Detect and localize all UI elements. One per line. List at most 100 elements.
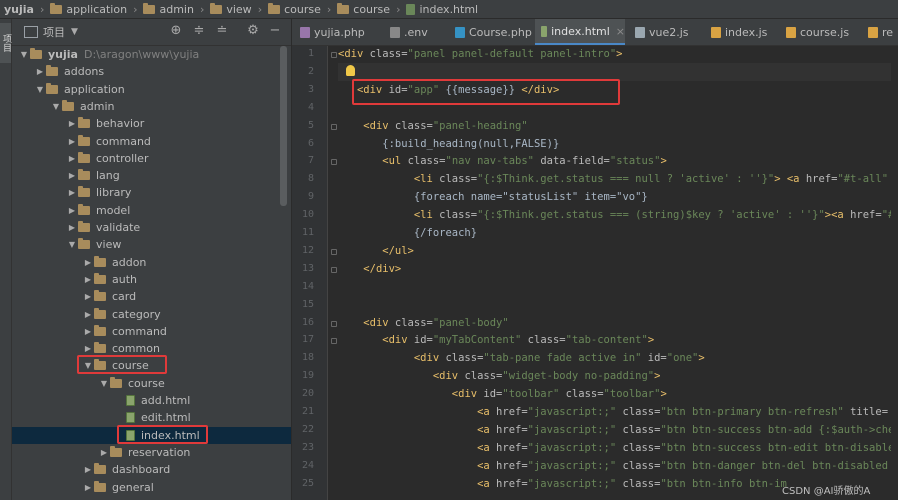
tool-window-strip: 项目: [0, 19, 12, 500]
expand-all-icon[interactable]: ≑: [192, 24, 206, 38]
chevron-right-icon[interactable]: ▶: [82, 310, 94, 319]
tree-folder-item[interactable]: ▶validate: [12, 219, 291, 236]
chevron-right-icon[interactable]: ▶: [66, 119, 78, 128]
code-editor[interactable]: <div class="panel panel-default panel-in…: [338, 46, 898, 500]
tree-folder-item[interactable]: ▶ behavior: [12, 115, 291, 132]
breadcrumb-label: index.html: [419, 3, 478, 16]
tree-file-item[interactable]: edit.html: [12, 409, 291, 426]
tree-folder-item[interactable]: ▶general: [12, 479, 291, 496]
breadcrumb-item[interactable]: admin: [142, 3, 194, 16]
close-icon[interactable]: ×: [616, 25, 625, 38]
fold-marker-icon[interactable]: [331, 338, 337, 344]
fold-marker-icon[interactable]: [331, 321, 337, 327]
chevron-right-icon[interactable]: ▶: [66, 154, 78, 163]
editor-tab[interactable]: index.js: [705, 19, 783, 45]
chevron-right-icon[interactable]: ▶: [82, 344, 94, 353]
chevron-right-icon[interactable]: ▶: [82, 275, 94, 284]
tree-folder-item[interactable]: ▶dashboard: [12, 461, 291, 478]
tree-folder-item[interactable]: ▶category: [12, 306, 291, 323]
tree-file-item[interactable]: index.html: [12, 427, 291, 444]
tree-folder-item[interactable]: ▶addon: [12, 254, 291, 271]
tree-folder-item[interactable]: ▶library: [12, 184, 291, 201]
locate-icon[interactable]: ⊕: [169, 24, 183, 38]
editor-tab[interactable]: index.html×: [535, 19, 625, 45]
editor-tab[interactable]: course.js: [780, 19, 864, 45]
fold-marker-icon[interactable]: [331, 52, 337, 58]
tree-folder-item[interactable]: ▼course: [12, 357, 291, 374]
chevron-right-icon[interactable]: ▶: [82, 465, 94, 474]
lightbulb-icon[interactable]: [346, 65, 355, 76]
line-number: 7: [292, 155, 314, 166]
tree-folder-item[interactable]: ▶command: [12, 323, 291, 340]
tree-folder-item[interactable]: ▶lang: [12, 167, 291, 184]
tree-folder-item[interactable]: ▶command: [12, 133, 291, 150]
code-indent: [338, 352, 414, 364]
tree-folder-item[interactable]: ▶card: [12, 288, 291, 305]
fold-marker-icon[interactable]: [331, 267, 337, 273]
breadcrumb-item[interactable]: view: [209, 3, 252, 16]
breadcrumb-item[interactable]: application: [49, 3, 128, 16]
folder-icon: [94, 344, 106, 353]
tree-folder-item[interactable]: ▶auth: [12, 271, 291, 288]
tree-folder-item[interactable]: ▼yujiaD:\aragon\www\yujia: [12, 46, 291, 63]
tree-folder-item[interactable]: ▼application: [12, 81, 291, 98]
editor-tab[interactable]: Course.php: [449, 19, 537, 45]
tree-file-item[interactable]: add.html: [12, 392, 291, 409]
chevron-right-icon[interactable]: ▶: [82, 258, 94, 267]
code-token: "#t-all": [837, 173, 888, 185]
chevron-right-icon[interactable]: ▶: [66, 223, 78, 232]
fold-marker-icon[interactable]: [331, 249, 337, 255]
folder-icon: [94, 310, 106, 319]
editor-scrollbar[interactable]: [891, 46, 898, 500]
tree-folder-item[interactable]: ▶reservation: [12, 444, 291, 461]
chevron-right-icon[interactable]: ▶: [82, 327, 94, 336]
tree-folder-item[interactable]: ▶common: [12, 340, 291, 357]
editor-tab[interactable]: .env: [384, 19, 450, 45]
tree-scrollbar[interactable]: [280, 46, 287, 206]
tree-folder-item[interactable]: ▼course: [12, 375, 291, 392]
gear-icon[interactable]: ⚙: [246, 24, 260, 38]
code-token: "panel-body": [433, 317, 509, 329]
chevron-right-icon[interactable]: ▶: [66, 171, 78, 180]
chevron-right-icon[interactable]: ▶: [82, 483, 94, 492]
chevron-down-icon[interactable]: ▼: [71, 27, 78, 37]
breadcrumb-separator: ›: [195, 3, 209, 16]
chevron-down-icon[interactable]: ▼: [98, 379, 110, 388]
chevron-down-icon[interactable]: ▼: [66, 240, 78, 249]
chevron-right-icon[interactable]: ▶: [66, 188, 78, 197]
chevron-down-icon[interactable]: ▼: [82, 361, 94, 370]
collapse-all-icon[interactable]: ≐: [215, 24, 229, 38]
chevron-right-icon[interactable]: ▶: [98, 448, 110, 457]
tree-folder-item[interactable]: ▶model: [12, 202, 291, 219]
chevron-down-icon[interactable]: ▼: [18, 50, 30, 59]
editor-tab[interactable]: re: [862, 19, 898, 45]
project-panel-title[interactable]: 项目: [43, 24, 65, 40]
chevron-down-icon[interactable]: ▼: [50, 102, 62, 111]
breadcrumb-item[interactable]: yujia: [0, 3, 35, 16]
folder-icon: [46, 85, 58, 94]
code-token: "one": [667, 352, 699, 364]
fold-marker-icon[interactable]: [331, 159, 337, 165]
code-token: {:build_heading(null,FALSE)}: [382, 138, 559, 150]
chevron-right-icon[interactable]: ▶: [66, 206, 78, 215]
chevron-down-icon[interactable]: ▼: [34, 85, 46, 94]
breadcrumb-item[interactable]: course: [336, 3, 391, 16]
editor-tab[interactable]: vue2.js: [629, 19, 707, 45]
project-tool-button[interactable]: 项目: [0, 23, 11, 63]
chevron-right-icon[interactable]: ▶: [66, 137, 78, 146]
editor-tab[interactable]: yujia.php: [294, 19, 386, 45]
tree-item-label: behavior: [96, 117, 144, 130]
line-number: 23: [292, 442, 314, 453]
fold-marker-icon[interactable]: [331, 124, 337, 130]
tree-folder-item[interactable]: ▼admin: [12, 98, 291, 115]
tree-folder-item[interactable]: ▼view: [12, 236, 291, 253]
code-token: > <a: [774, 173, 806, 185]
minimize-icon[interactable]: −: [268, 24, 282, 38]
tree-folder-item[interactable]: ▶addons: [12, 63, 291, 80]
chevron-right-icon[interactable]: ▶: [34, 67, 46, 76]
tree-folder-item[interactable]: ▶controller: [12, 150, 291, 167]
code-token: </div>: [363, 263, 401, 275]
chevron-right-icon[interactable]: ▶: [82, 292, 94, 301]
breadcrumb-item[interactable]: course: [267, 3, 322, 16]
breadcrumb-item[interactable]: index.html: [405, 3, 479, 16]
